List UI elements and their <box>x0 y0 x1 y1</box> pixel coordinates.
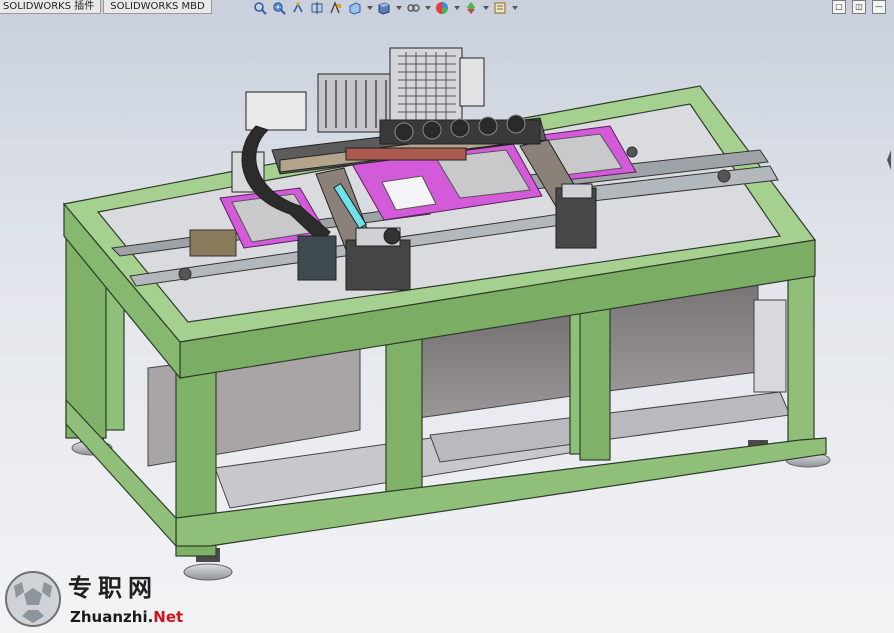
frame-leg <box>579 289 611 461</box>
apply-scene-icon[interactable] <box>463 1 478 15</box>
watermark-cn-text: 专职网 <box>68 573 158 602</box>
head-bracket <box>459 57 485 107</box>
command-tabs: SOLIDWORKS 插件 SOLIDWORKS MBD <box>0 0 214 15</box>
zoom-to-fit-icon[interactable] <box>252 1 267 15</box>
heads-up-view-toolbar <box>252 0 521 16</box>
view-orientation-icon[interactable] <box>347 1 362 15</box>
electrical-box <box>753 299 787 393</box>
servo-unit <box>297 235 337 281</box>
machine-3d-model[interactable] <box>0 0 894 633</box>
hide-show-items-icon[interactable] <box>405 1 420 15</box>
rail-end-stop <box>717 169 731 183</box>
restore-icon[interactable]: □ <box>832 0 846 14</box>
view-settings-icon[interactable] <box>492 1 507 15</box>
chevron-down-icon[interactable] <box>482 1 489 15</box>
chevron-down-icon[interactable] <box>366 1 373 15</box>
soccer-ball-logo <box>5 571 61 627</box>
carriage-block-top <box>561 183 593 199</box>
tab-solidworks-addins[interactable]: SOLIDWORKS 插件 <box>0 0 102 14</box>
section-view-icon[interactable] <box>309 1 324 15</box>
tab-solidworks-mbd[interactable]: SOLIDWORKS MBD <box>103 0 212 14</box>
edit-appearance-icon[interactable] <box>434 1 449 15</box>
heatsink-fins <box>325 80 387 128</box>
window-controls: □ ◫ — <box>832 0 886 14</box>
drive-motor <box>189 229 237 257</box>
chevron-down-icon[interactable] <box>511 1 518 15</box>
display-style-icon[interactable] <box>376 1 391 15</box>
zoom-to-area-icon[interactable] <box>271 1 286 15</box>
tile-icon[interactable]: ◫ <box>852 0 866 14</box>
fan-bar <box>345 147 467 161</box>
task-pane-expand-icon[interactable] <box>885 132 893 188</box>
gantry-box <box>245 91 307 131</box>
watermark-en-text: Zhuanzhi.Net <box>70 608 184 626</box>
roller <box>383 227 401 245</box>
frame-leg <box>385 325 423 497</box>
chevron-down-icon[interactable] <box>424 1 431 15</box>
watermark: 专职网 Zhuanzhi.Net <box>4 568 204 630</box>
dynamic-annotation-views-icon[interactable] <box>328 1 343 15</box>
chevron-down-icon[interactable] <box>453 1 460 15</box>
carriage-block <box>345 239 411 291</box>
previous-view-icon[interactable] <box>290 1 305 15</box>
minimize-icon[interactable]: — <box>872 0 886 14</box>
rail-end-stop <box>178 267 192 281</box>
rail-end-stop <box>626 146 638 158</box>
chevron-down-icon[interactable] <box>395 1 402 15</box>
